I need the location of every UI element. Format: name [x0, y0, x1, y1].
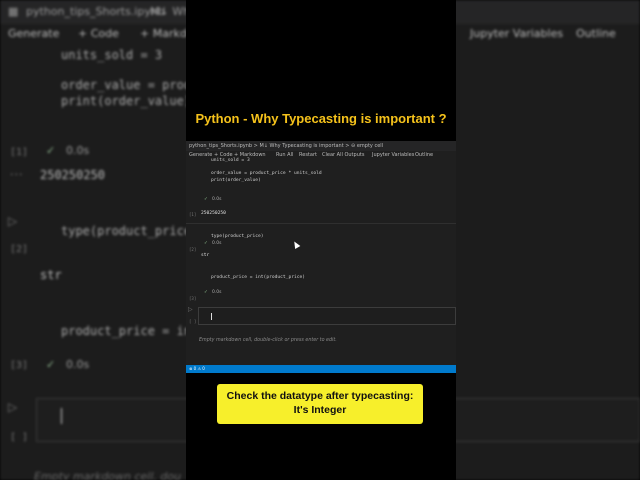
bg-more-icon: ··· [10, 168, 24, 181]
success-check-icon-3: ✓ [204, 290, 208, 295]
callout-line-1: Check the datatype after typecasting: [226, 390, 414, 402]
bg-code-1b: order_value = produc [61, 78, 206, 92]
code-cell-2[interactable]: type(product_price) [211, 234, 264, 239]
mouse-pointer-icon [291, 239, 301, 250]
code-cell-3[interactable]: product_price = int(product_price) [211, 275, 305, 280]
bg-check-icon-3: ✓ [46, 358, 56, 371]
exec-time-2: 0.0s [212, 241, 222, 246]
exec-count-3: [3] [189, 296, 197, 301]
bg-code-1a: units_sold = 3 [61, 48, 163, 62]
code-cell-1[interactable]: units_sold = 3 order_value = product_pri… [211, 158, 322, 184]
exec-count-4: [ ] [189, 319, 197, 324]
text-caret [211, 313, 212, 320]
bg-run-icon: ▷ [8, 214, 18, 228]
bg-code: + Code [78, 27, 119, 40]
generate-button[interactable]: Generate [189, 151, 212, 160]
bg-generate: Generate [8, 27, 60, 40]
bg-file-icon: ▦ [8, 5, 19, 18]
bg-exec-4: [ ] [10, 432, 29, 443]
exec-count-2: [2] [189, 247, 197, 252]
output-2: str [201, 253, 210, 258]
status-bar: ⊗ 0 ⚠ 0 [186, 365, 456, 373]
active-code-cell[interactable] [198, 307, 456, 325]
cell-divider [186, 223, 456, 224]
bg-exec-1: [1] [10, 147, 29, 158]
bg-code-1c: print(order_value) [61, 94, 192, 108]
bg-exec-2: [2] [10, 244, 29, 255]
bg-code-2: type(product_price) [61, 224, 199, 238]
bg-tab-file: python_tips_Shorts.ipynb [26, 5, 165, 18]
success-check-icon: ✓ [204, 197, 208, 202]
bg-check-icon: ✓ [46, 144, 56, 157]
bg-output-2: str [40, 268, 62, 282]
clear-outputs-button[interactable]: Clear All Outputs [322, 151, 364, 160]
bg-code-3: product_price = int( [61, 324, 206, 338]
bg-outline: Outline [576, 27, 616, 40]
callout-note: Check the datatype after typecasting: It… [217, 384, 423, 424]
success-check-icon-2: ✓ [204, 241, 208, 246]
bg-time-1: 0.0s [66, 144, 90, 157]
output-1: 250250250 [201, 211, 226, 216]
bg-output-1: 250250250 [40, 168, 106, 182]
outline-button[interactable]: Outline [415, 151, 433, 160]
jupyter-variables-button[interactable]: Jupyter Variables [372, 151, 414, 160]
exec-time-1: 0.0s [212, 197, 222, 202]
bg-caret [61, 408, 62, 424]
editor-screenshot: python_tips_Shorts.ipynb > M↓ Why Typeca… [186, 141, 456, 373]
callout-line-2: It's Integer [293, 404, 347, 416]
bg-tab-rest: M↓ Wh [150, 5, 191, 18]
video-panel: Python - Why Typecasting is important ? … [186, 0, 456, 480]
bg-exec-3: [3] [10, 360, 29, 371]
video-title: Python - Why Typecasting is important ? [195, 111, 447, 126]
bg-time-3: 0.0s [66, 358, 90, 371]
breadcrumb: python_tips_Shorts.ipynb > M↓ Why Typeca… [186, 141, 456, 151]
bg-variables: Jupyter Variables [470, 27, 564, 40]
exec-time-3: 0.0s [212, 290, 222, 295]
exec-count-1: [1] [189, 212, 197, 217]
bg-empty-md: Empty markdown cell, dou [34, 470, 182, 480]
bg-run-icon-4: ▷ [8, 400, 18, 414]
empty-markdown-cell[interactable]: Empty markdown cell, double-click or pre… [199, 338, 337, 343]
run-cell-icon[interactable]: ▷ [188, 306, 193, 313]
